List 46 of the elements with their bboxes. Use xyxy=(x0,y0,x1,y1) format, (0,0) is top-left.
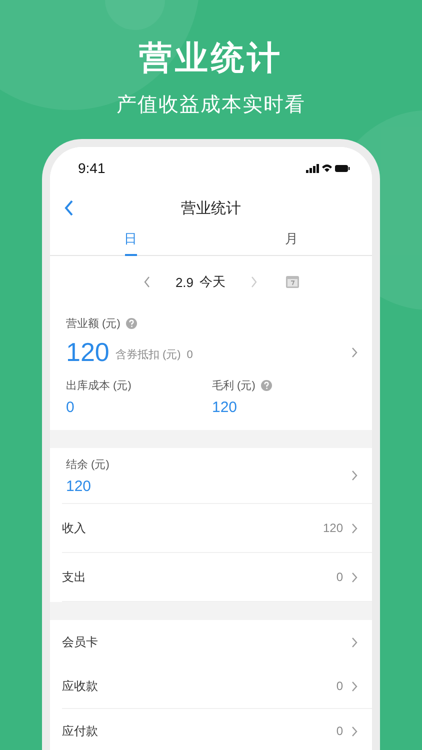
revenue-label: 营业额 (元) xyxy=(66,316,120,331)
date-text: 2.9 xyxy=(175,274,194,290)
page-title: 营业统计 xyxy=(181,198,241,218)
row-label: 会员卡 xyxy=(62,634,98,650)
balance-value: 120 xyxy=(66,478,92,494)
hero-subtitle: 产值收益成本实时看 xyxy=(116,93,306,118)
help-icon[interactable] xyxy=(126,318,138,329)
chevron-icon[interactable] xyxy=(351,680,358,692)
list-row[interactable]: 应付款 0 xyxy=(62,709,372,750)
previous-icon[interactable] xyxy=(143,276,152,288)
chevron-icon[interactable] xyxy=(351,522,358,534)
chevron-icon[interactable] xyxy=(351,726,358,736)
row-value: 120 xyxy=(322,521,343,535)
row-value: 0 xyxy=(336,570,343,584)
back-icon[interactable] xyxy=(64,200,74,216)
hero-title: 营业统计 xyxy=(139,38,283,78)
chevron-icon[interactable] xyxy=(351,470,358,481)
cost-value: 0 xyxy=(66,399,76,416)
list-row[interactable]: 应收款 0 xyxy=(62,664,372,709)
date-label: 今天 xyxy=(200,273,226,291)
coupon-label: 含券抵扣 (元) xyxy=(115,348,181,362)
help-icon[interactable] xyxy=(261,380,272,391)
row-value: 0 xyxy=(336,679,343,693)
list-row[interactable]: 会员卡 xyxy=(62,620,372,664)
list-row[interactable]: 收入 120 xyxy=(62,504,372,553)
tab[interactable]: 日 xyxy=(50,228,211,255)
next-icon[interactable] xyxy=(250,276,258,288)
revenue-value: 120 xyxy=(66,337,110,368)
calendar-icon[interactable] xyxy=(286,276,299,288)
chevron-icon[interactable] xyxy=(351,636,358,648)
row-label: 应付款 xyxy=(62,722,98,740)
profit-value: 120 xyxy=(212,399,238,416)
balance-row[interactable]: 结余 (元) 120 xyxy=(62,448,372,504)
status-icons xyxy=(306,162,350,174)
row-label: 收入 xyxy=(62,520,86,536)
tab[interactable]: 月 xyxy=(211,228,372,255)
row-label: 支出 xyxy=(62,568,86,586)
chevron-icon[interactable] xyxy=(351,572,358,582)
row-label: 应收款 xyxy=(62,678,98,694)
status-time: 9:41 xyxy=(78,160,106,176)
row-value: 0 xyxy=(336,724,343,738)
coupon-value: 0 xyxy=(186,348,193,360)
balance-label: 结余 (元) xyxy=(66,458,110,472)
chevron-icon[interactable] xyxy=(351,347,358,358)
cost-label: 出库成本 (元) xyxy=(66,378,132,393)
profit-label: 毛利 (元) xyxy=(212,378,256,393)
